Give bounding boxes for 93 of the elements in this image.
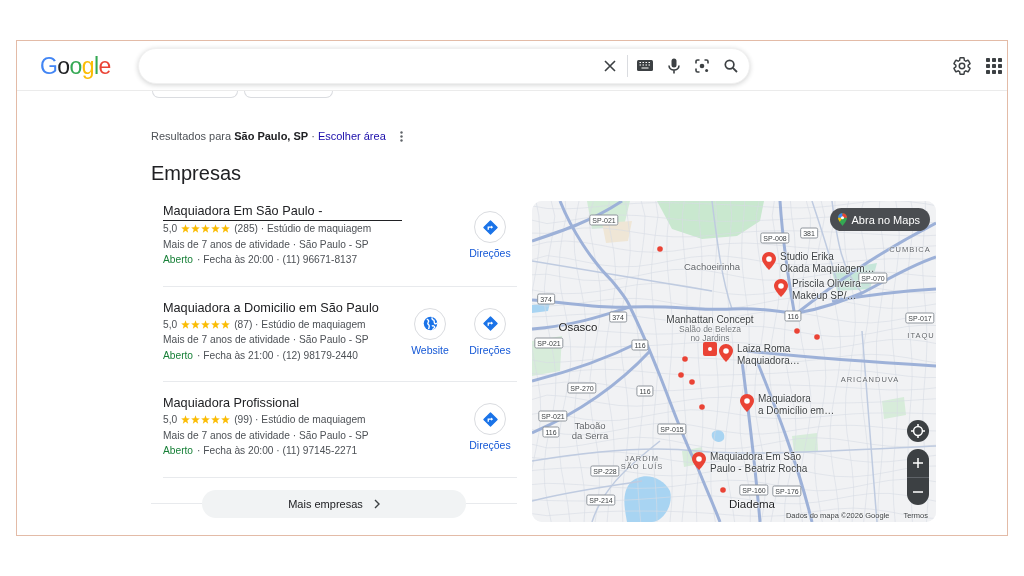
map-place-label: Diadema bbox=[729, 497, 775, 511]
chevron-right-icon bbox=[373, 498, 380, 509]
reviews-category-text: (87) · Estúdio de maquiagem bbox=[234, 317, 366, 332]
map-dot-icon[interactable] bbox=[720, 487, 726, 493]
star-icon bbox=[221, 319, 231, 329]
business-name-link[interactable]: Maquiadora Profissional bbox=[163, 394, 300, 412]
open-status-text: Aberto bbox=[163, 444, 193, 458]
star-icon bbox=[221, 415, 231, 425]
map-place-label: Manhattan Concept Salão de Beleza no Jardins bbox=[666, 314, 754, 342]
plus-icon bbox=[913, 458, 923, 468]
star-icon bbox=[201, 415, 211, 425]
street-map-drawing[interactable] bbox=[532, 201, 936, 522]
park-area bbox=[792, 433, 818, 453]
map-dot-icon[interactable] bbox=[689, 379, 695, 385]
apps-grid-icon[interactable] bbox=[986, 57, 1002, 74]
microphone-icon[interactable] bbox=[668, 57, 680, 74]
open-in-maps-button[interactable]: Abra no Maps bbox=[829, 208, 930, 231]
directions-button[interactable]: Direções bbox=[464, 211, 516, 260]
map-pin-label: Maquiadora Em São Paulo - Beatriz Rocha bbox=[710, 451, 808, 475]
star-icon bbox=[181, 224, 191, 234]
search-field[interactable] bbox=[138, 47, 750, 84]
map-place-label: Taboão da Serra bbox=[571, 421, 609, 441]
reviews-category-text: (99) · Estúdio de maquiagem bbox=[234, 413, 366, 427]
map-pin-icon[interactable] bbox=[692, 452, 706, 470]
map-pin-icon bbox=[837, 213, 847, 226]
star-icon bbox=[181, 415, 191, 425]
business-info-text: Mais de 7 anos de atividade · São Paulo - SP bbox=[163, 237, 369, 252]
map-dot-icon[interactable] bbox=[699, 404, 705, 410]
directions-button[interactable]: Direções bbox=[464, 307, 516, 357]
business-name-link[interactable]: Maquiadora a Domicilio em São Paulo bbox=[163, 298, 379, 317]
website-button[interactable]: Website bbox=[404, 307, 456, 357]
map-pin-label: Maquiadora a Domicílio em… bbox=[758, 393, 835, 417]
map-pin-label: Studio Erika Okada Maquiagem… bbox=[780, 251, 875, 275]
star-icon bbox=[201, 319, 211, 329]
hours-phone-text: · Fecha às 20:00 · (11) 97145-2271 bbox=[197, 444, 358, 458]
choose-area-link[interactable]: Escolher área bbox=[317, 129, 386, 143]
zoom-in-button[interactable] bbox=[907, 449, 929, 477]
reservoir-area bbox=[624, 476, 671, 522]
crosshair-icon bbox=[911, 424, 925, 438]
directions-icon bbox=[482, 411, 498, 427]
map-pin-icon[interactable] bbox=[774, 279, 788, 297]
map-dot-icon[interactable] bbox=[657, 246, 663, 252]
map-dot-icon[interactable] bbox=[794, 328, 800, 334]
map-pin-icon[interactable] bbox=[740, 394, 754, 412]
section-heading: Empresas bbox=[151, 161, 243, 186]
map-place-label: Cachoeirinha bbox=[684, 262, 740, 272]
more-options-icon[interactable] bbox=[399, 130, 403, 142]
directions-button[interactable]: Direções bbox=[464, 403, 516, 452]
business-name-link[interactable]: Maquiadora Em São Paulo - bbox=[163, 203, 402, 221]
star-icon bbox=[201, 224, 211, 234]
map-pin-icon[interactable] bbox=[762, 252, 776, 270]
business-info-text: Mais de 7 anos de atividade · São Paulo - SP bbox=[163, 428, 369, 443]
zoom-out-button[interactable] bbox=[907, 477, 929, 505]
star-icon bbox=[191, 415, 201, 425]
close-icon[interactable] bbox=[603, 58, 617, 73]
rating-value: 5,0 bbox=[163, 413, 178, 427]
lake-area bbox=[711, 430, 725, 442]
map-dot-icon[interactable] bbox=[814, 334, 820, 340]
globe-icon bbox=[422, 316, 438, 331]
map-pin-label: Laiza Roma Maquiadora… bbox=[737, 343, 800, 367]
hours-phone-text: · Fecha às 20:00 · (11) 96671-8137 bbox=[197, 253, 358, 267]
more-businesses-button[interactable]: Mais empresas bbox=[202, 489, 466, 518]
map-dot-icon[interactable] bbox=[678, 372, 684, 378]
star-icon bbox=[221, 224, 231, 234]
park-area bbox=[882, 397, 906, 419]
map-dot-icon[interactable] bbox=[682, 356, 688, 362]
directions-icon bbox=[482, 316, 498, 331]
map-place-label: Osasco bbox=[558, 320, 598, 334]
directions-icon bbox=[482, 219, 498, 235]
square-marker-icon[interactable] bbox=[703, 342, 717, 356]
star-icon bbox=[191, 319, 201, 329]
reviews-category-text: (285) · Estúdio de maquiagem bbox=[234, 222, 372, 236]
open-status-text: Aberto bbox=[163, 348, 193, 363]
search-icon[interactable] bbox=[724, 58, 738, 73]
business-info-text: Mais de 7 anos de atividade · São Paulo - SP bbox=[163, 333, 369, 347]
keyboard-icon[interactable] bbox=[637, 60, 653, 71]
star-icon bbox=[181, 319, 191, 329]
rating-value: 5,0 bbox=[163, 317, 178, 332]
results-location-text: Resultados para São Paulo, SP · bbox=[151, 129, 315, 143]
minus-icon bbox=[913, 490, 923, 493]
rating-value: 5,0 bbox=[163, 222, 178, 236]
star-icon bbox=[211, 415, 221, 425]
map-pin-label: Priscila Oliveira Makeup SP/… bbox=[792, 278, 861, 302]
star-icon bbox=[211, 224, 221, 234]
camera-icon[interactable] bbox=[695, 58, 709, 73]
star-icon bbox=[211, 319, 221, 329]
map-pin-icon[interactable] bbox=[719, 344, 733, 362]
star-icon bbox=[191, 224, 201, 234]
urban-area bbox=[602, 221, 632, 243]
settings-icon[interactable] bbox=[953, 56, 971, 75]
river-area bbox=[532, 303, 550, 313]
open-status-text: Aberto bbox=[163, 253, 193, 267]
hours-phone-text: · Fecha às 21:00 · (12) 98179-2440 bbox=[197, 348, 358, 363]
